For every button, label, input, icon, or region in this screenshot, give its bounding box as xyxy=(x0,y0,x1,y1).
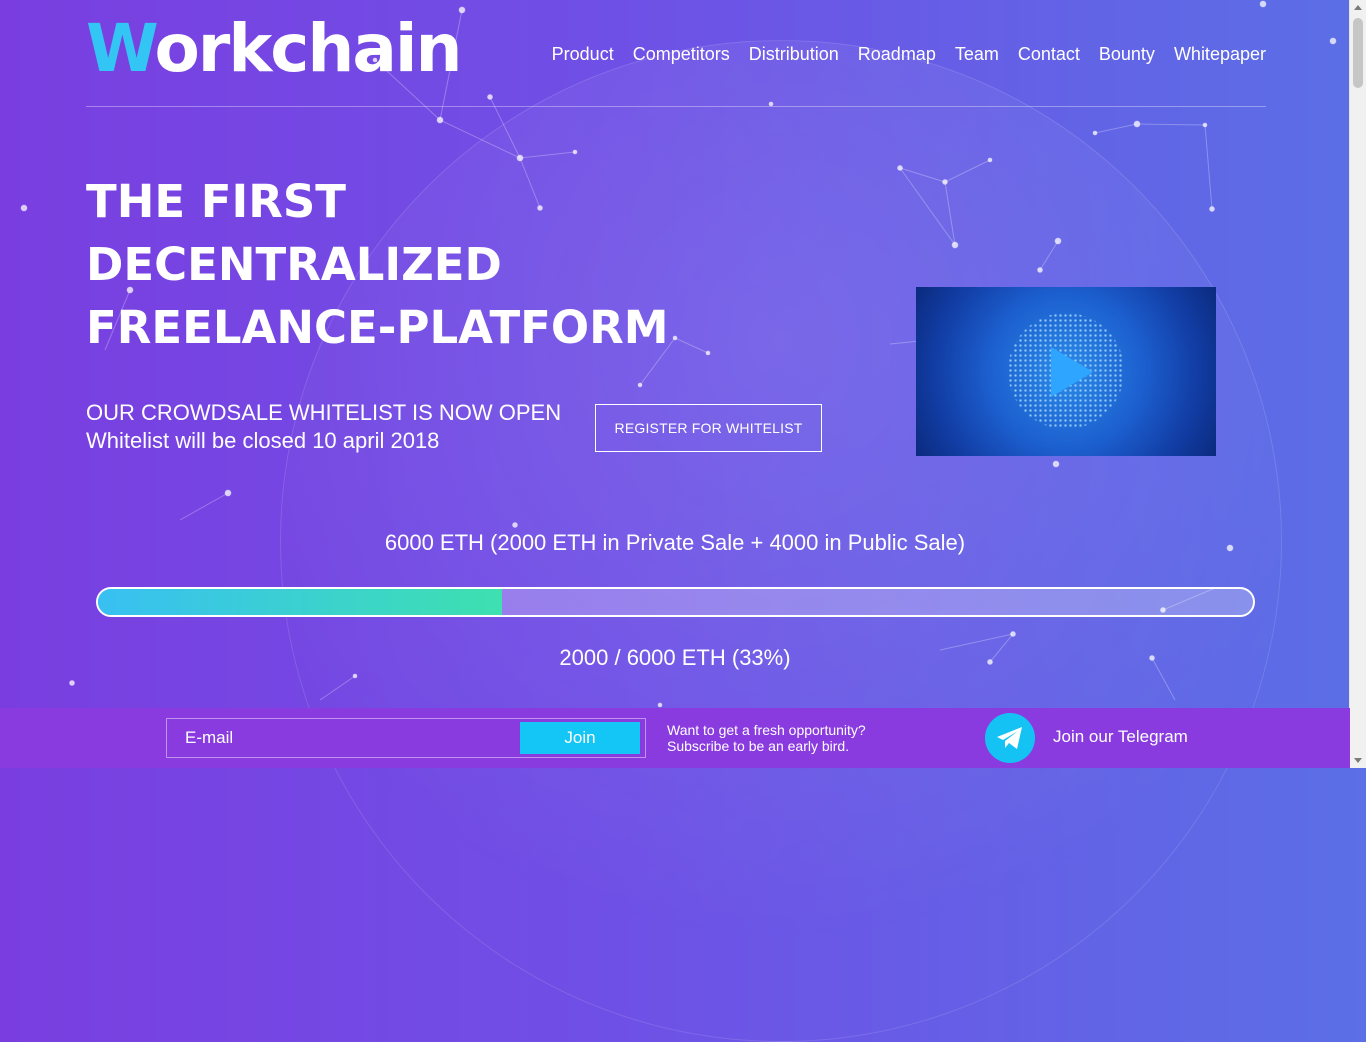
nav-bounty[interactable]: Bounty xyxy=(1099,44,1155,65)
email-form: Join xyxy=(166,718,646,758)
subscribe-line: Subscribe to be an early bird. xyxy=(667,738,850,754)
logo-letter-w: W xyxy=(86,10,156,87)
crowdsale-cap-text: 6000 ETH (2000 ETH in Private Sale + 400… xyxy=(384,530,966,555)
hero-title-line: FREELANCE-PLATFORM xyxy=(86,301,669,354)
email-input[interactable] xyxy=(167,719,517,757)
nav-team[interactable]: Team xyxy=(955,44,999,65)
subscribe-bar: Join Want to get a fresh opportunity? Su… xyxy=(0,708,1350,768)
nav-competitors[interactable]: Competitors xyxy=(633,44,730,65)
scroll-up-icon[interactable] xyxy=(1354,5,1362,10)
whitelist-subtitle: Whitelist will be closed 10 april 2018 xyxy=(86,428,440,453)
telegram-link[interactable]: Join our Telegram xyxy=(1053,727,1188,747)
hero-title-line: THE FIRST xyxy=(86,175,347,228)
subscribe-line: Want to get a fresh opportunity? xyxy=(667,722,866,738)
hero-title-line: DECENTRALIZED xyxy=(86,238,502,291)
crowdsale-progress-bar xyxy=(96,587,1255,617)
workchain-logo[interactable]: Workchain xyxy=(86,14,463,84)
register-whitelist-button[interactable]: REGISTER FOR WHITELIST xyxy=(595,404,822,452)
telegram-icon[interactable] xyxy=(985,713,1035,763)
logo-text: orkchain xyxy=(154,10,462,87)
site-header: Workchain Product Competitors Distributi… xyxy=(86,14,1266,107)
nav-contact[interactable]: Contact xyxy=(1018,44,1080,65)
join-button[interactable]: Join xyxy=(520,722,640,754)
nav-roadmap[interactable]: Roadmap xyxy=(858,44,936,65)
nav-product[interactable]: Product xyxy=(552,44,614,65)
play-icon[interactable] xyxy=(1051,347,1093,397)
subscribe-text: Want to get a fresh opportunity? Subscri… xyxy=(667,722,866,754)
hero-title: THE FIRST DECENTRALIZED FREELANCE-PLATFO… xyxy=(86,170,706,359)
nav-distribution[interactable]: Distribution xyxy=(749,44,839,65)
crowdsale-raised-text: 2000 / 6000 ETH (33%) xyxy=(559,645,791,670)
crowdsale-progress-fill xyxy=(98,589,503,615)
main-nav: Product Competitors Distribution Roadmap… xyxy=(552,44,1266,65)
video-thumbnail[interactable] xyxy=(916,287,1216,456)
whitelist-title: OUR CROWDSALE WHITELIST IS NOW OPEN xyxy=(86,400,562,425)
nav-whitepaper[interactable]: Whitepaper xyxy=(1174,44,1266,65)
scroll-down-icon[interactable] xyxy=(1354,758,1362,763)
scroll-thumb[interactable] xyxy=(1353,18,1363,88)
page-scrollbar[interactable] xyxy=(1349,0,1366,768)
telegram-plane-icon xyxy=(997,727,1022,749)
